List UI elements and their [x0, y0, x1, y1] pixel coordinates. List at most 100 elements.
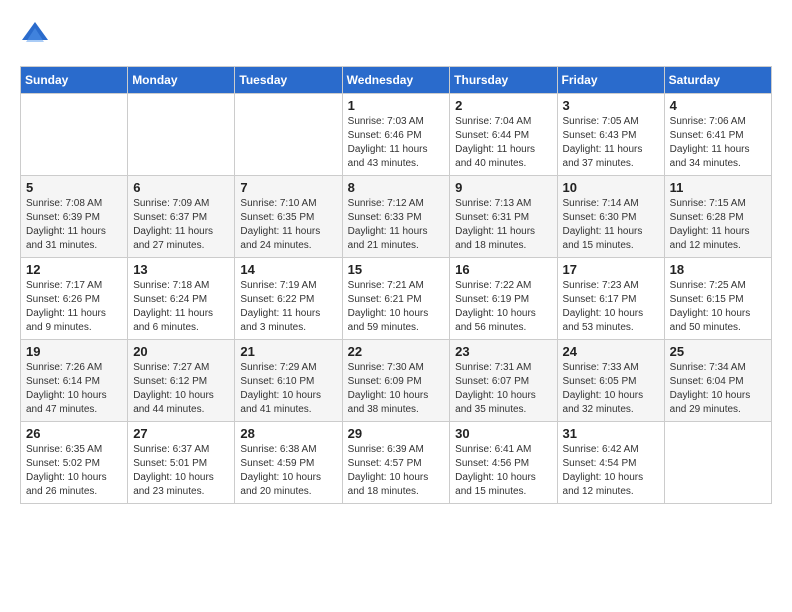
day-info: Sunrise: 7:09 AM Sunset: 6:37 PM Dayligh… [133, 197, 229, 253]
weekday-header-thursday: Thursday [450, 67, 557, 94]
day-number: 14 [240, 262, 336, 277]
calendar-cell: 20 Sunrise: 7:27 AM Sunset: 6:12 PM Dayli… [128, 340, 235, 422]
day-info: Sunrise: 7:27 AM Sunset: 6:12 PM Dayligh… [133, 361, 229, 417]
day-number: 28 [240, 426, 336, 441]
day-number: 17 [563, 262, 659, 277]
calendar-cell: 29 Sunrise: 6:39 AM Sunset: 4:57 PM Dayli… [342, 422, 450, 504]
calendar-cell: 28 Sunrise: 6:38 AM Sunset: 4:59 PM Dayli… [235, 422, 342, 504]
calendar-cell: 3 Sunrise: 7:05 AM Sunset: 6:43 PM Daylig… [557, 94, 664, 176]
day-info: Sunrise: 7:18 AM Sunset: 6:24 PM Dayligh… [133, 279, 229, 335]
day-info: Sunrise: 6:42 AM Sunset: 4:54 PM Dayligh… [563, 443, 659, 499]
day-number: 2 [455, 98, 551, 113]
day-number: 19 [26, 344, 122, 359]
day-info: Sunrise: 7:10 AM Sunset: 6:35 PM Dayligh… [240, 197, 336, 253]
calendar-cell: 7 Sunrise: 7:10 AM Sunset: 6:35 PM Daylig… [235, 176, 342, 258]
logo-icon [20, 20, 50, 50]
day-number: 27 [133, 426, 229, 441]
day-number: 5 [26, 180, 122, 195]
calendar-cell: 25Sunrise: 7:34 AM Sunset: 6:04 PM Dayli… [664, 340, 771, 422]
calendar-cell: 18 Sunrise: 7:25 AM Sunset: 6:15 PM Dayli… [664, 258, 771, 340]
day-info: Sunrise: 6:37 AM Sunset: 5:01 PM Dayligh… [133, 443, 229, 499]
day-number: 11 [670, 180, 766, 195]
day-number: 21 [240, 344, 336, 359]
calendar-cell: 2 Sunrise: 7:04 AM Sunset: 6:44 PM Daylig… [450, 94, 557, 176]
day-info: Sunrise: 7:22 AM Sunset: 6:19 PM Dayligh… [455, 279, 551, 335]
day-info: Sunrise: 7:34 AM Sunset: 6:04 PM Dayligh… [670, 361, 766, 417]
calendar-cell: 17 Sunrise: 7:23 AM Sunset: 6:17 PM Dayli… [557, 258, 664, 340]
day-number: 10 [563, 180, 659, 195]
calendar-cell: 1 Sunrise: 7:03 AM Sunset: 6:46 PM Daylig… [342, 94, 450, 176]
day-info: Sunrise: 7:06 AM Sunset: 6:41 PM Dayligh… [670, 115, 766, 171]
day-info: Sunrise: 7:25 AM Sunset: 6:15 PM Dayligh… [670, 279, 766, 335]
day-number: 24 [563, 344, 659, 359]
day-info: Sunrise: 7:19 AM Sunset: 6:22 PM Dayligh… [240, 279, 336, 335]
day-number: 18 [670, 262, 766, 277]
day-info: Sunrise: 7:03 AM Sunset: 6:46 PM Dayligh… [348, 115, 445, 171]
logo [20, 20, 54, 50]
day-number: 12 [26, 262, 122, 277]
weekday-header-wednesday: Wednesday [342, 67, 450, 94]
calendar-cell: 23 Sunrise: 7:31 AM Sunset: 6:07 PM Dayli… [450, 340, 557, 422]
day-info: Sunrise: 6:38 AM Sunset: 4:59 PM Dayligh… [240, 443, 336, 499]
day-info: Sunrise: 7:26 AM Sunset: 6:14 PM Dayligh… [26, 361, 122, 417]
day-info: Sunrise: 7:15 AM Sunset: 6:28 PM Dayligh… [670, 197, 766, 253]
day-number: 23 [455, 344, 551, 359]
day-number: 22 [348, 344, 445, 359]
day-number: 31 [563, 426, 659, 441]
weekday-header-sunday: Sunday [21, 67, 128, 94]
day-number: 1 [348, 98, 445, 113]
day-info: Sunrise: 7:14 AM Sunset: 6:30 PM Dayligh… [563, 197, 659, 253]
day-number: 9 [455, 180, 551, 195]
calendar-cell: 31 Sunrise: 6:42 AM Sunset: 4:54 PM Dayli… [557, 422, 664, 504]
calendar-cell: 24Sunrise: 7:33 AM Sunset: 6:05 PM Dayli… [557, 340, 664, 422]
day-number: 8 [348, 180, 445, 195]
week-row-2: 5 Sunrise: 7:08 AM Sunset: 6:39 PM Daylig… [21, 176, 772, 258]
weekday-header-saturday: Saturday [664, 67, 771, 94]
calendar-cell: 30Sunrise: 6:41 AM Sunset: 4:56 PM Dayli… [450, 422, 557, 504]
day-number: 15 [348, 262, 445, 277]
day-info: Sunrise: 6:41 AM Sunset: 4:56 PM Dayligh… [455, 443, 551, 499]
calendar-cell: 14 Sunrise: 7:19 AM Sunset: 6:22 PM Dayli… [235, 258, 342, 340]
day-number: 16 [455, 262, 551, 277]
week-row-5: 26Sunrise: 6:35 AM Sunset: 5:02 PM Dayli… [21, 422, 772, 504]
week-row-1: 1 Sunrise: 7:03 AM Sunset: 6:46 PM Daylig… [21, 94, 772, 176]
day-info: Sunrise: 7:08 AM Sunset: 6:39 PM Dayligh… [26, 197, 122, 253]
calendar-cell: 22Sunrise: 7:30 AM Sunset: 6:09 PM Dayli… [342, 340, 450, 422]
day-number: 7 [240, 180, 336, 195]
day-info: Sunrise: 7:23 AM Sunset: 6:17 PM Dayligh… [563, 279, 659, 335]
day-number: 26 [26, 426, 122, 441]
calendar-cell: 5 Sunrise: 7:08 AM Sunset: 6:39 PM Daylig… [21, 176, 128, 258]
calendar-cell [664, 422, 771, 504]
calendar-cell: 27 Sunrise: 6:37 AM Sunset: 5:01 PM Dayli… [128, 422, 235, 504]
day-number: 20 [133, 344, 229, 359]
day-info: Sunrise: 7:13 AM Sunset: 6:31 PM Dayligh… [455, 197, 551, 253]
calendar-cell: 8 Sunrise: 7:12 AM Sunset: 6:33 PM Daylig… [342, 176, 450, 258]
calendar-cell: 15 Sunrise: 7:21 AM Sunset: 6:21 PM Dayli… [342, 258, 450, 340]
calendar-cell: 19 Sunrise: 7:26 AM Sunset: 6:14 PM Dayli… [21, 340, 128, 422]
day-info: Sunrise: 7:12 AM Sunset: 6:33 PM Dayligh… [348, 197, 445, 253]
day-info: Sunrise: 6:39 AM Sunset: 4:57 PM Dayligh… [348, 443, 445, 499]
day-info: Sunrise: 7:05 AM Sunset: 6:43 PM Dayligh… [563, 115, 659, 171]
day-info: Sunrise: 7:29 AM Sunset: 6:10 PM Dayligh… [240, 361, 336, 417]
page-header [20, 20, 772, 50]
calendar-cell: 16 Sunrise: 7:22 AM Sunset: 6:19 PM Dayli… [450, 258, 557, 340]
day-number: 4 [670, 98, 766, 113]
week-row-3: 12Sunrise: 7:17 AM Sunset: 6:26 PM Dayli… [21, 258, 772, 340]
weekday-header-row: SundayMondayTuesdayWednesdayThursdayFrid… [21, 67, 772, 94]
day-info: Sunrise: 7:31 AM Sunset: 6:07 PM Dayligh… [455, 361, 551, 417]
day-number: 6 [133, 180, 229, 195]
day-number: 29 [348, 426, 445, 441]
calendar-cell: 21 Sunrise: 7:29 AM Sunset: 6:10 PM Dayli… [235, 340, 342, 422]
weekday-header-monday: Monday [128, 67, 235, 94]
weekday-header-friday: Friday [557, 67, 664, 94]
day-info: Sunrise: 7:04 AM Sunset: 6:44 PM Dayligh… [455, 115, 551, 171]
calendar-cell: 26Sunrise: 6:35 AM Sunset: 5:02 PM Dayli… [21, 422, 128, 504]
day-info: Sunrise: 7:21 AM Sunset: 6:21 PM Dayligh… [348, 279, 445, 335]
calendar-cell [21, 94, 128, 176]
calendar-cell: 6 Sunrise: 7:09 AM Sunset: 6:37 PM Daylig… [128, 176, 235, 258]
calendar-cell [128, 94, 235, 176]
day-number: 3 [563, 98, 659, 113]
calendar-cell: 9 Sunrise: 7:13 AM Sunset: 6:31 PM Daylig… [450, 176, 557, 258]
day-number: 13 [133, 262, 229, 277]
calendar-cell: 11 Sunrise: 7:15 AM Sunset: 6:28 PM Dayli… [664, 176, 771, 258]
